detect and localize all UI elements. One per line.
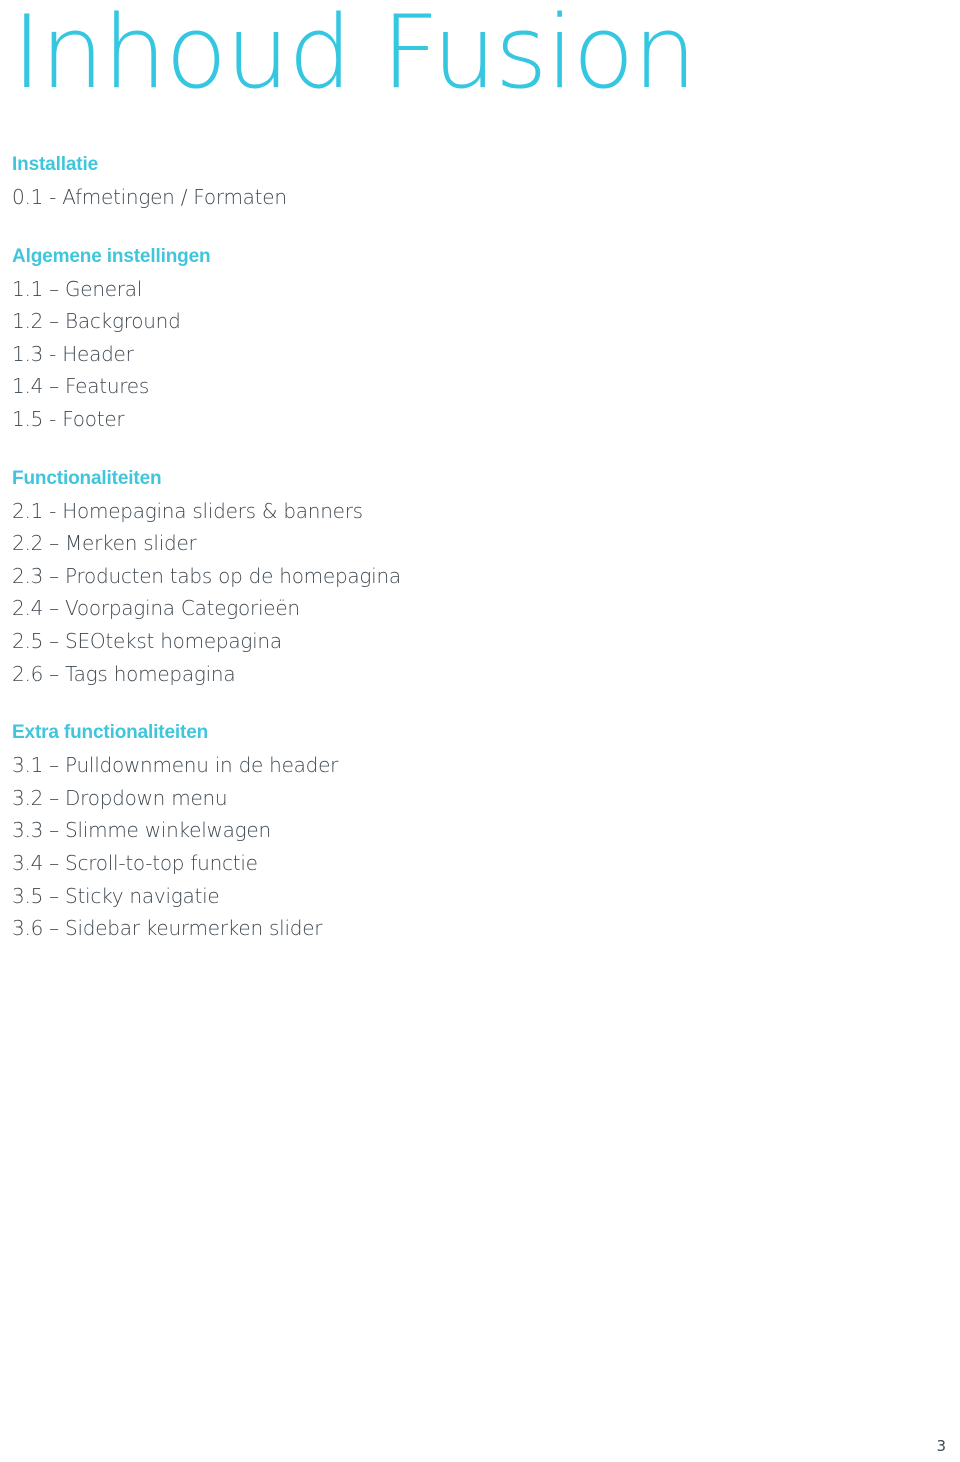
toc-entry[interactable]: 2.5 – SEOtekst homepagina xyxy=(12,625,960,658)
toc-entry[interactable]: 2.3 – Producten tabs op de homepagina xyxy=(12,560,960,593)
toc-section-functionaliteiten: Functionaliteiten 2.1 - Homepagina slide… xyxy=(12,466,960,691)
toc-entry[interactable]: 3.1 – Pulldownmenu in de header xyxy=(12,749,960,782)
toc-entry[interactable]: 3.2 – Dropdown menu xyxy=(12,782,960,815)
toc-section-heading: Functionaliteiten xyxy=(12,467,162,489)
toc-section-extra-functionaliteiten: Extra functionaliteiten 3.1 – Pulldownme… xyxy=(12,720,960,945)
toc-entry[interactable]: 3.3 – Slimme winkelwagen xyxy=(12,814,960,847)
toc-entry[interactable]: 1.1 – General xyxy=(12,273,960,306)
toc-section-heading: Algemene instellingen xyxy=(12,245,211,267)
toc-item-list: 1.1 – General 1.2 – Background 1.3 - Hea… xyxy=(12,273,960,436)
toc-entry[interactable]: 1.4 – Features xyxy=(12,370,960,403)
toc-entry[interactable]: 0.1 - Afmetingen / Formaten xyxy=(12,181,960,214)
toc-item-list: 2.1 - Homepagina sliders & banners 2.2 –… xyxy=(12,495,960,691)
toc-entry[interactable]: 3.4 – Scroll-to-top functie xyxy=(12,847,960,880)
toc-section-algemene-instellingen: Algemene instellingen 1.1 – General 1.2 … xyxy=(12,244,960,436)
toc-entry[interactable]: 1.2 – Background xyxy=(12,305,960,338)
toc-item-list: 0.1 - Afmetingen / Formaten xyxy=(12,181,960,214)
toc-section-heading: Extra functionaliteiten xyxy=(12,722,209,744)
page-title: Inhoud Fusion xyxy=(12,0,697,111)
toc-entry[interactable]: 2.1 - Homepagina sliders & banners xyxy=(12,495,960,528)
toc-section-heading: Installatie xyxy=(12,154,98,175)
toc-entry[interactable]: 1.5 - Footer xyxy=(12,403,960,436)
toc-entry[interactable]: 2.6 – Tags homepagina xyxy=(12,658,960,691)
toc-section-installatie: Installatie 0.1 - Afmetingen / Formaten xyxy=(12,152,960,214)
toc-entry[interactable]: 2.2 – Merken slider xyxy=(12,527,960,560)
document-page: Inhoud Fusion Installatie 0.1 - Afmeting… xyxy=(0,0,960,1462)
page-number: 3 xyxy=(936,1437,946,1455)
toc-entry[interactable]: 2.4 – Voorpagina Categorieën xyxy=(12,592,960,625)
toc-entry[interactable]: 1.3 - Header xyxy=(12,338,960,371)
toc-item-list: 3.1 – Pulldownmenu in de header 3.2 – Dr… xyxy=(12,749,960,945)
toc-entry[interactable]: 3.5 – Sticky navigatie xyxy=(12,880,960,913)
table-of-contents: Installatie 0.1 - Afmetingen / Formaten … xyxy=(12,152,960,945)
toc-entry[interactable]: 3.6 – Sidebar keurmerken slider xyxy=(12,912,960,945)
